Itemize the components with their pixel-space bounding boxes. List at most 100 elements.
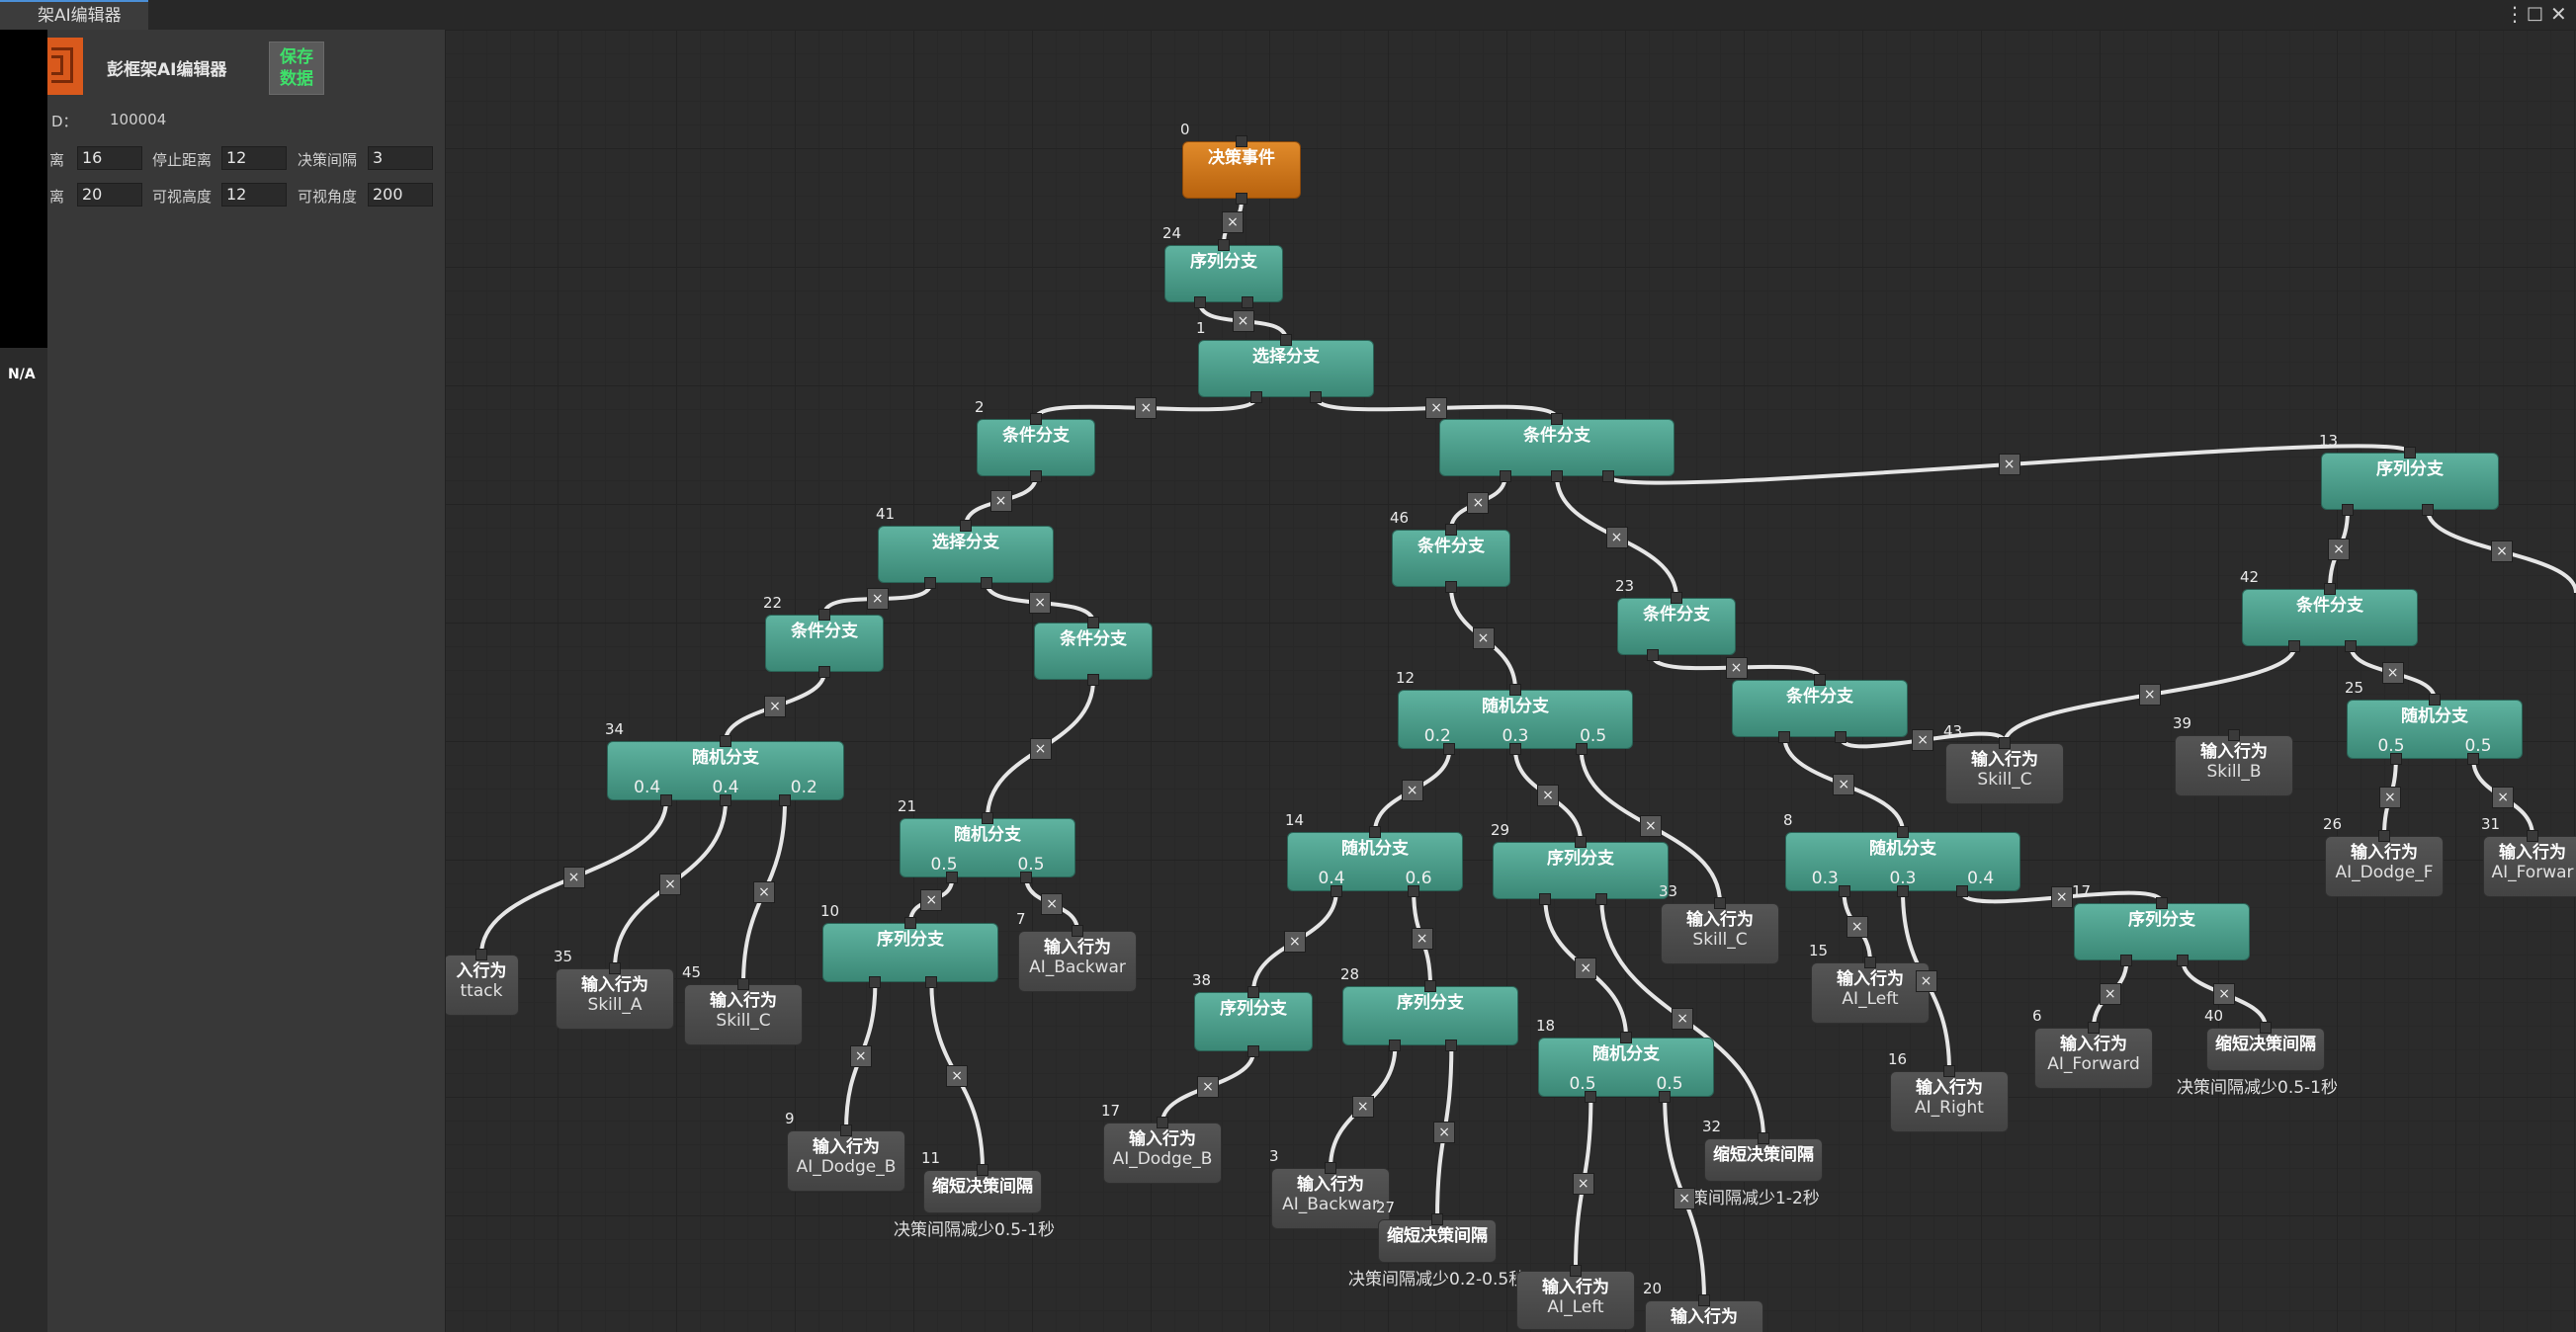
output-port[interactable] xyxy=(1509,743,1521,755)
graph-node[interactable]: 序列分支 xyxy=(822,923,998,982)
output-port[interactable] xyxy=(1647,649,1659,661)
remove-edge-button[interactable]: × xyxy=(1351,1096,1374,1118)
input-port[interactable] xyxy=(1247,986,1259,998)
remove-edge-button[interactable]: × xyxy=(1283,931,1306,953)
graph-node[interactable]: 缩短决策间隔 xyxy=(1704,1138,1823,1182)
input-port[interactable] xyxy=(2404,447,2416,458)
remove-edge-button[interactable]: × xyxy=(1725,656,1748,679)
graph-node[interactable]: 输入行为 Skill_A xyxy=(556,968,674,1030)
output-port[interactable] xyxy=(1310,391,1323,403)
graph-node[interactable]: 序列分支 xyxy=(2321,453,2499,510)
remove-edge-button[interactable]: × xyxy=(1833,774,1855,795)
output-port[interactable] xyxy=(1236,193,1247,205)
behavior-graph-canvas[interactable]: 决策事件 0 序列分支 24 选择分支 1 条件分支 2 条件分支 序列分支 13 选择分支 41 条件分… xyxy=(446,30,2576,1332)
graph-node[interactable]: 输入行为 AI_Dodge_F xyxy=(2325,836,2444,897)
input-port[interactable] xyxy=(977,1164,988,1176)
input-port[interactable] xyxy=(1999,737,2011,749)
remove-edge-button[interactable]: × xyxy=(659,874,681,895)
remove-edge-button[interactable]: × xyxy=(1605,526,1628,548)
remove-edge-button[interactable]: × xyxy=(1029,738,1052,760)
graph-node[interactable]: 选择分支 xyxy=(878,526,1054,583)
remove-edge-button[interactable]: × xyxy=(1846,916,1868,938)
remove-edge-button[interactable]: × xyxy=(764,696,786,717)
graph-node[interactable]: 随机分支 0.4 0.6 xyxy=(1287,832,1463,891)
output-port[interactable] xyxy=(1955,885,1968,897)
remove-edge-button[interactable]: × xyxy=(2050,886,2073,908)
graph-node[interactable]: 输入行为 AI_Backwar xyxy=(1018,931,1137,992)
graph-node[interactable]: 条件分支 xyxy=(977,419,1095,476)
input-port[interactable] xyxy=(1698,1294,1710,1306)
remove-edge-button[interactable]: × xyxy=(2328,539,2350,560)
graph-node[interactable]: 序列分支 xyxy=(1194,992,1313,1051)
input-port[interactable] xyxy=(1218,239,1230,251)
remove-edge-button[interactable]: × xyxy=(2213,983,2236,1005)
output-port[interactable] xyxy=(1389,1040,1402,1051)
input-port[interactable] xyxy=(1424,980,1436,992)
output-port[interactable] xyxy=(869,976,882,988)
param-input[interactable]: 12 xyxy=(221,183,287,207)
output-port[interactable] xyxy=(1778,731,1791,743)
remove-edge-button[interactable]: × xyxy=(1197,1076,1219,1098)
graph-node[interactable]: 缩短决策间隔 xyxy=(2206,1028,2325,1071)
output-port[interactable] xyxy=(2389,753,2402,765)
input-port[interactable] xyxy=(1157,1117,1168,1128)
output-port[interactable] xyxy=(1838,885,1850,897)
input-port[interactable] xyxy=(1280,334,1292,346)
input-port[interactable] xyxy=(1943,1065,1955,1077)
remove-edge-button[interactable]: × xyxy=(1411,928,1433,950)
maximize-icon[interactable]: □ xyxy=(2527,3,2543,24)
input-port[interactable] xyxy=(1431,1213,1443,1225)
output-port[interactable] xyxy=(1585,1091,1597,1103)
output-port[interactable] xyxy=(1249,391,1262,403)
menu-icon[interactable]: ⋮ xyxy=(2505,2,2525,26)
remove-edge-button[interactable]: × xyxy=(753,881,775,903)
remove-edge-button[interactable]: × xyxy=(2378,787,2401,808)
input-port[interactable] xyxy=(1714,897,1726,909)
save-data-button[interactable]: 保存 数据 xyxy=(269,42,324,95)
input-port[interactable] xyxy=(960,520,972,532)
graph-node[interactable]: 入行为 ttack xyxy=(446,955,519,1016)
input-port[interactable] xyxy=(2527,830,2538,842)
remove-edge-button[interactable]: × xyxy=(1433,1122,1456,1143)
output-port[interactable] xyxy=(1020,872,1033,883)
graph-node[interactable]: 随机分支 0.5 0.5 xyxy=(2347,700,2523,759)
output-port[interactable] xyxy=(2288,640,2301,652)
graph-node[interactable]: 序列分支 xyxy=(1493,842,1669,899)
close-icon[interactable]: ✕ xyxy=(2550,2,2567,26)
output-port[interactable] xyxy=(1602,470,1615,482)
remove-edge-button[interactable]: × xyxy=(1572,1173,1594,1195)
graph-node[interactable]: 缩短决策间隔 xyxy=(923,1170,1042,1213)
input-port[interactable] xyxy=(2156,897,2168,909)
output-port[interactable] xyxy=(1835,731,1847,743)
input-port[interactable] xyxy=(2228,729,2240,741)
graph-node[interactable]: 随机分支 0.4 0.4 0.2 xyxy=(607,741,844,800)
param-input[interactable]: 12 xyxy=(221,146,287,170)
input-port[interactable] xyxy=(1087,617,1099,628)
output-port[interactable] xyxy=(2342,504,2354,516)
graph-node[interactable]: 输入行为 AI_Forwar xyxy=(2483,836,2576,897)
output-port[interactable] xyxy=(1499,470,1511,482)
output-port[interactable] xyxy=(660,794,672,806)
graph-node[interactable]: 条件分支 xyxy=(1439,419,1674,476)
remove-edge-button[interactable]: × xyxy=(1639,815,1662,837)
input-port[interactable] xyxy=(982,812,993,824)
remove-edge-button[interactable]: × xyxy=(562,867,585,888)
graph-node[interactable]: 缩短决策间隔 xyxy=(1378,1219,1497,1263)
output-port[interactable] xyxy=(946,872,959,883)
output-port[interactable] xyxy=(818,666,830,678)
input-port[interactable] xyxy=(1030,413,1042,425)
graph-node[interactable]: 条件分支 xyxy=(1392,530,1510,587)
remove-edge-button[interactable]: × xyxy=(1135,397,1158,419)
output-port[interactable] xyxy=(1539,893,1552,905)
graph-node[interactable]: 输入行为 Skill_B xyxy=(2175,735,2293,796)
graph-node[interactable]: 序列分支 xyxy=(2074,903,2250,960)
graph-node[interactable]: 条件分支 xyxy=(1617,598,1736,655)
graph-node[interactable]: 随机分支 0.5 0.5 xyxy=(1538,1038,1714,1097)
graph-node[interactable]: 输入行为 AI_Left xyxy=(1811,962,1930,1024)
input-port[interactable] xyxy=(737,978,749,990)
output-port[interactable] xyxy=(1445,581,1457,593)
output-port[interactable] xyxy=(1575,743,1588,755)
input-port[interactable] xyxy=(475,949,487,960)
remove-edge-button[interactable]: × xyxy=(1232,310,1254,332)
output-port[interactable] xyxy=(2422,504,2434,516)
